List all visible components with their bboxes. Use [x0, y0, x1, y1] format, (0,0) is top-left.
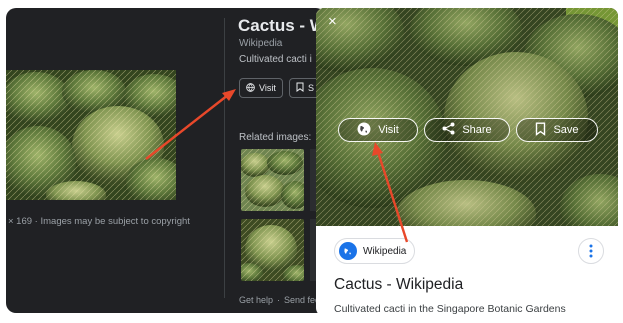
- source-chip[interactable]: Wikipedia: [334, 238, 416, 264]
- cactus-photo[interactable]: [316, 8, 618, 226]
- globe-icon: [246, 82, 255, 94]
- desktop-image-viewer: × 169 · Images may be subject to copyrig…: [6, 8, 326, 313]
- get-help-link[interactable]: Get help: [239, 295, 273, 305]
- related-images-heading: Related images:: [239, 132, 312, 143]
- bookmark-icon: [296, 82, 304, 94]
- cactus-main-image[interactable]: [6, 70, 176, 200]
- globe-icon: [357, 122, 371, 139]
- more-vert-icon[interactable]: [578, 238, 604, 264]
- share-label: Share: [462, 124, 492, 136]
- page-title[interactable]: Cactus - Wi: [238, 16, 326, 36]
- footer-links: Get help · Send feed: [239, 295, 325, 305]
- visit-label: Visit: [378, 124, 399, 136]
- bookmark-icon: [535, 122, 546, 139]
- footer-separator: ·: [277, 295, 281, 305]
- close-icon[interactable]: ×: [328, 14, 337, 29]
- related-image-thumbnail[interactable]: [241, 149, 304, 211]
- visit-button[interactable]: Visit: [239, 78, 283, 98]
- visit-button[interactable]: Visit: [338, 118, 418, 142]
- panel-divider: [224, 18, 225, 298]
- source-label[interactable]: Wikipedia: [239, 38, 282, 49]
- image-caption: Cultivated cacti in the Singapore Botani…: [334, 303, 566, 315]
- image-caption: Cultivated cacti i: [239, 54, 312, 65]
- copyright-note: × 169 · Images may be subject to copyrig…: [8, 216, 190, 227]
- save-label: Save: [553, 124, 579, 136]
- visit-label: Visit: [259, 83, 276, 93]
- mobile-image-viewer: × Visit Share Save Wikipedia Cactus - Wi…: [316, 8, 618, 316]
- page-title[interactable]: Cactus - Wikipedia: [334, 276, 463, 294]
- globe-icon: [339, 242, 357, 260]
- source-chip-label: Wikipedia: [363, 245, 407, 257]
- save-button[interactable]: Save: [516, 118, 598, 142]
- related-image-thumbnail[interactable]: [241, 219, 304, 281]
- save-label: S: [308, 83, 315, 93]
- share-icon: [442, 122, 455, 138]
- share-button[interactable]: Share: [424, 118, 510, 142]
